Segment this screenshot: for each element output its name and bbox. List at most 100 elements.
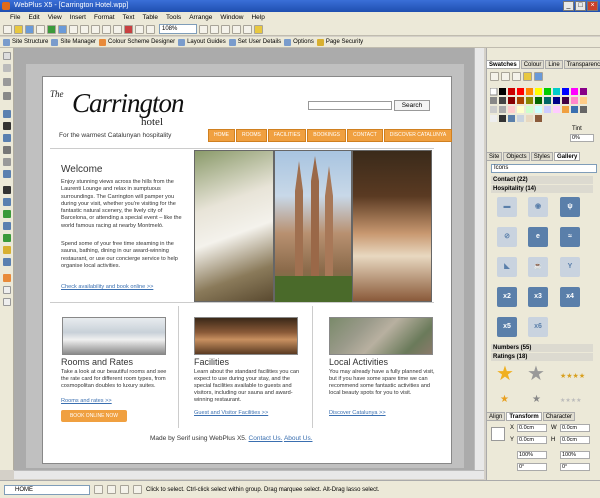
palette-icon[interactable] (523, 72, 532, 81)
iron-icon[interactable]: ◣ (497, 257, 517, 277)
gradient-icon[interactable] (534, 72, 543, 81)
shear-field[interactable]: 0° (560, 463, 590, 471)
tab-transparency[interactable]: Transparency (563, 60, 600, 69)
save-icon[interactable] (25, 24, 34, 34)
footer-contact-link[interactable]: Contact Us. (249, 435, 283, 442)
tab-colour[interactable]: Colour (520, 60, 545, 69)
menu-table[interactable]: Table (138, 12, 162, 23)
category-hospitality[interactable]: Hospitality (14) (491, 185, 593, 193)
undo-icon[interactable] (102, 24, 111, 34)
node-tool-icon[interactable] (3, 64, 11, 72)
availability-link[interactable]: Check availability and book online >> (61, 284, 153, 290)
cut-icon[interactable] (69, 24, 78, 34)
swimming-icon[interactable]: ≈ (560, 227, 580, 247)
flash-tool-icon[interactable] (3, 234, 11, 242)
local-activities-link[interactable]: Discover Catalunya >> (329, 410, 386, 416)
cathedral-photo[interactable] (274, 150, 353, 303)
zoom-out-icon[interactable] (199, 24, 208, 34)
swatch-grid[interactable] (489, 87, 596, 124)
maximize-button[interactable]: □ (575, 1, 586, 11)
scale-x-field[interactable]: 100% (517, 451, 547, 459)
frame-text-icon[interactable] (3, 110, 11, 118)
publish-icon[interactable] (58, 24, 67, 34)
delete-icon[interactable] (124, 24, 133, 34)
tab-styles[interactable]: Styles (530, 152, 554, 161)
menu-arrange[interactable]: Arrange (185, 12, 216, 23)
menu-tools[interactable]: Tools (162, 12, 185, 23)
small-star-icon[interactable]: ★ (500, 394, 509, 405)
nav-rooms[interactable]: ROOMS (236, 129, 267, 142)
site-structure-button[interactable]: Site Structure (3, 38, 48, 46)
copy-icon[interactable] (80, 24, 89, 34)
local-activities-thumbnail[interactable] (329, 317, 433, 355)
smart-object-icon[interactable] (3, 258, 11, 266)
category-ratings[interactable]: Ratings (18) (491, 353, 593, 361)
redo-icon[interactable] (113, 24, 122, 34)
transparency-tool-icon[interactable] (3, 298, 11, 306)
y-field[interactable]: 0.0cm (517, 436, 547, 444)
search-input[interactable] (308, 101, 392, 110)
preview-icon[interactable] (47, 24, 56, 34)
colour-scheme-button[interactable]: Colour Scheme Designer (99, 38, 175, 46)
first-page-icon[interactable] (120, 485, 129, 494)
horizontal-scrollbar[interactable] (14, 470, 484, 479)
menu-file[interactable]: File (6, 12, 24, 23)
fit-page-icon[interactable] (221, 24, 230, 34)
nav-contact[interactable]: CONTACT (346, 129, 383, 142)
user-details-button[interactable]: Set User Details (228, 38, 281, 46)
scale-y-field[interactable]: 100% (560, 451, 590, 459)
hotel-room-photo[interactable] (352, 150, 432, 302)
tab-character[interactable]: Character (542, 412, 576, 421)
coffee-icon[interactable]: ☕ (528, 257, 548, 277)
menu-view[interactable]: View (44, 12, 66, 23)
x-field[interactable]: 0.0cm (517, 424, 547, 432)
form-tool-icon[interactable] (3, 210, 11, 218)
rotation-field[interactable]: 0° (517, 463, 547, 471)
zoom-icon[interactable] (146, 24, 155, 34)
tab-transform[interactable]: Transform (506, 412, 542, 421)
gold-star-icon[interactable]: ★ (496, 364, 514, 384)
spa-photo[interactable] (194, 150, 274, 302)
options-button[interactable]: Options (284, 38, 314, 46)
table-tool-icon[interactable] (3, 134, 11, 142)
guides-icon[interactable] (243, 24, 252, 34)
category-contact[interactable]: Contact (22) (491, 176, 593, 184)
zoom-field[interactable]: 108% (159, 24, 197, 34)
nav-facilities[interactable]: FACILITIES (267, 129, 307, 142)
gallery-category-select[interactable]: Icons (491, 164, 597, 173)
vertical-scrollbar[interactable] (474, 48, 484, 470)
menu-insert[interactable]: Insert (66, 12, 90, 23)
page-security-button[interactable]: Page Security (316, 38, 363, 46)
ecommerce-tool-icon[interactable] (3, 274, 11, 282)
tab-align[interactable]: Align (486, 412, 506, 421)
tint-field[interactable]: 0% (570, 134, 594, 142)
html-tool-icon[interactable] (3, 246, 11, 254)
rooms-link[interactable]: Rooms and rates >> (61, 398, 112, 404)
rotate-tool-icon[interactable] (3, 78, 11, 86)
last-page-icon[interactable] (133, 485, 142, 494)
anchor-point-box[interactable] (491, 427, 505, 441)
picture-tool-icon[interactable] (3, 198, 11, 206)
h-field[interactable]: 0.0cm (560, 436, 590, 444)
facilities-thumbnail[interactable] (194, 317, 298, 355)
hyperlink-tool-icon[interactable] (3, 146, 11, 154)
text-swatch-icon[interactable] (512, 72, 521, 81)
nav-bookings[interactable]: BOOKINGS (307, 129, 346, 142)
internet-icon[interactable]: e (528, 227, 548, 247)
facilities-link[interactable]: Guest and Visitor Facilities >> (194, 410, 268, 416)
crop-tool-icon[interactable] (3, 92, 11, 100)
media-tool-icon[interactable] (3, 186, 11, 194)
footer-about-link[interactable]: About Us. (284, 435, 313, 442)
lock-icon[interactable] (254, 24, 263, 34)
site-manager-button[interactable]: Site Manager (51, 38, 96, 46)
next-page-icon[interactable] (107, 485, 116, 494)
minimize-button[interactable]: _ (563, 1, 574, 11)
artistic-text-icon[interactable] (3, 122, 11, 130)
paste-icon[interactable] (91, 24, 100, 34)
small-grey-star-icon[interactable]: ★ (532, 394, 541, 405)
two-persons-icon[interactable]: x2 (497, 287, 517, 307)
nav-discover[interactable]: DISCOVER CATALUNYA (383, 129, 453, 142)
w-field[interactable]: 0.0cm (560, 424, 590, 432)
tab-site[interactable]: Site (486, 152, 503, 161)
five-persons-icon[interactable]: x5 (497, 317, 517, 337)
